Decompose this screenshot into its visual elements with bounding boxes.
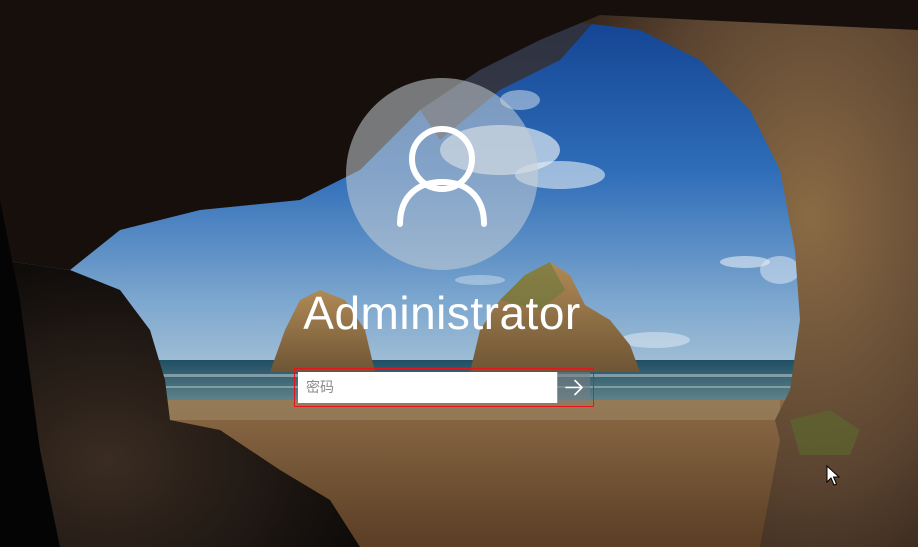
password-input[interactable] [298, 372, 557, 403]
user-silhouette-icon [397, 126, 487, 227]
username-label: Administrator [303, 287, 581, 339]
password-field-container [294, 368, 594, 407]
mouse-pointer-icon [826, 465, 840, 486]
user-avatar [346, 78, 538, 270]
lock-screen: Administrator [0, 0, 918, 547]
arrow-right-icon [565, 379, 583, 396]
submit-button[interactable] [557, 372, 590, 403]
